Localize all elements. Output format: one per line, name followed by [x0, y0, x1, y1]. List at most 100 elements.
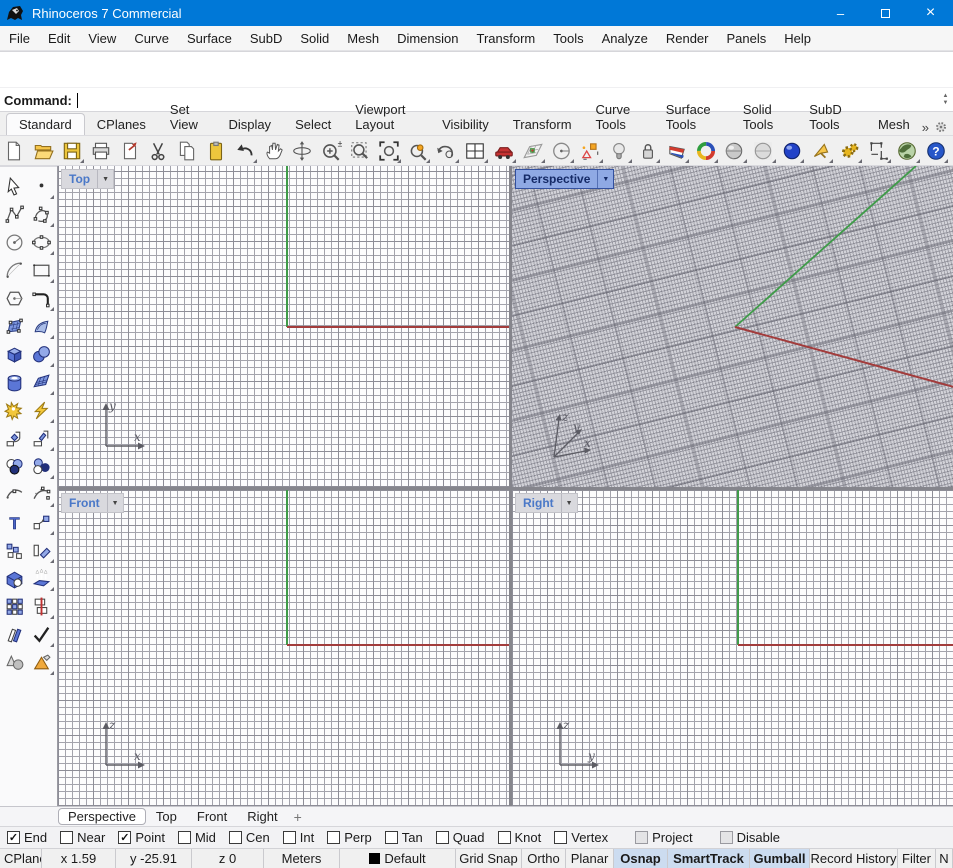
array-objects-button[interactable]: [1, 536, 28, 564]
toolbar-tab-mesh[interactable]: Mesh: [866, 114, 922, 135]
status-cell-planar[interactable]: Planar: [566, 849, 614, 868]
sphere-shaded-button[interactable]: [720, 137, 749, 165]
viewport-menu-arrow-icon[interactable]: ▼: [107, 494, 123, 512]
control-point-curve-button[interactable]: [28, 200, 55, 228]
viewport-tab-front[interactable]: Front: [187, 809, 237, 824]
menu-item-subd[interactable]: SubD: [241, 28, 292, 49]
polyline-button[interactable]: [1, 200, 28, 228]
rebuild-curve-button[interactable]: [28, 480, 55, 508]
menu-item-dimension[interactable]: Dimension: [388, 28, 467, 49]
toolbar-gear-button[interactable]: [933, 119, 949, 135]
zoom-window-button[interactable]: [346, 137, 375, 165]
split-button[interactable]: [28, 592, 55, 620]
export-file-button[interactable]: [115, 137, 144, 165]
status-cell-cplane[interactable]: CPlane: [0, 849, 42, 868]
options-gears-button[interactable]: [835, 137, 864, 165]
rectangle-button[interactable]: [28, 256, 55, 284]
checkbox-icon[interactable]: [554, 831, 567, 844]
toolbar-tab-set-view[interactable]: Set View: [158, 99, 217, 135]
osnap-checkbox-mid[interactable]: Mid: [178, 830, 216, 845]
undo-button[interactable]: [230, 137, 259, 165]
viewport-tab-right[interactable]: Right: [237, 809, 287, 824]
boolean-difference-button[interactable]: [28, 452, 55, 480]
cut-button[interactable]: [144, 137, 173, 165]
checkbox-icon[interactable]: [60, 831, 73, 844]
status-cell-filter[interactable]: Filter: [898, 849, 936, 868]
osnap-checkbox-vertex[interactable]: Vertex: [554, 830, 608, 845]
sphere-ghosted-button[interactable]: [749, 137, 778, 165]
menu-item-file[interactable]: File: [0, 28, 39, 49]
status-cell-record-history[interactable]: Record History: [810, 849, 898, 868]
adjust-curve-button[interactable]: [1, 480, 28, 508]
status-cell-n[interactable]: N: [936, 849, 953, 868]
checkbox-icon[interactable]: [118, 831, 131, 844]
checkbox-icon[interactable]: [7, 831, 20, 844]
toolbar-tab-select[interactable]: Select: [283, 114, 343, 135]
osnap-checkbox-project[interactable]: Project: [635, 830, 692, 845]
undo-view-button[interactable]: [432, 137, 461, 165]
radius-circle-button[interactable]: [547, 137, 576, 165]
menu-item-edit[interactable]: Edit: [39, 28, 79, 49]
print-button[interactable]: [86, 137, 115, 165]
osnap-checkbox-near[interactable]: Near: [60, 830, 105, 845]
viewport-title-right[interactable]: Right ▼: [515, 493, 578, 513]
extend-button[interactable]: [28, 396, 55, 424]
close-button[interactable]: ×: [908, 0, 953, 26]
command-history[interactable]: [0, 52, 953, 88]
lightbulb-button[interactable]: [605, 137, 634, 165]
cplane-grid-button[interactable]: [518, 137, 547, 165]
menu-item-mesh[interactable]: Mesh: [338, 28, 388, 49]
checkbox-icon[interactable]: [720, 831, 733, 844]
checkbox-icon[interactable]: [283, 831, 296, 844]
render-tools-button[interactable]: [28, 648, 55, 676]
help-button[interactable]: ?: [922, 137, 951, 165]
checkbox-icon[interactable]: [327, 831, 340, 844]
arc-button[interactable]: [1, 256, 28, 284]
menu-item-solid[interactable]: Solid: [291, 28, 338, 49]
solid-spheres-button[interactable]: [28, 340, 55, 368]
menu-item-analyze[interactable]: Analyze: [593, 28, 657, 49]
selection-pointer-button[interactable]: [806, 137, 835, 165]
status-cell-x-1-59[interactable]: x 1.59: [42, 849, 116, 868]
new-file-button[interactable]: [0, 137, 29, 165]
viewport-title-perspective[interactable]: Perspective ▼: [515, 169, 614, 189]
primitive-solids-button[interactable]: [1, 648, 28, 676]
osnap-checkbox-int[interactable]: Int: [283, 830, 314, 845]
copy-button[interactable]: [173, 137, 202, 165]
checkbox-icon[interactable]: [229, 831, 242, 844]
viewport-top-canvas[interactable]: y x Top ▼: [58, 166, 509, 487]
orient-objects-button[interactable]: [28, 536, 55, 564]
rotate-view-button[interactable]: [288, 137, 317, 165]
dimension-tools-button[interactable]: [864, 137, 893, 165]
menu-item-surface[interactable]: Surface: [178, 28, 241, 49]
surface-from-points-button[interactable]: [1, 312, 28, 340]
osnap-checkbox-disable[interactable]: Disable: [720, 830, 780, 845]
solid-cylinder-button[interactable]: [1, 368, 28, 396]
viewport-tab-top[interactable]: Top: [146, 809, 187, 824]
viewport-tab-perspective[interactable]: Perspective: [58, 808, 146, 825]
menu-item-curve[interactable]: Curve: [125, 28, 178, 49]
menu-item-panels[interactable]: Panels: [717, 28, 775, 49]
status-cell-smarttrack[interactable]: SmartTrack: [668, 849, 750, 868]
osnap-checkbox-quad[interactable]: Quad: [436, 830, 485, 845]
viewport-title-front[interactable]: Front ▼: [61, 493, 124, 513]
status-cell-gumball[interactable]: Gumball: [750, 849, 810, 868]
toolbar-tab-display[interactable]: Display: [216, 114, 283, 135]
join-button[interactable]: [1, 620, 28, 648]
boolean-union-button[interactable]: [1, 452, 28, 480]
viewport-menu-arrow-icon[interactable]: ▼: [97, 170, 113, 188]
menu-item-tools[interactable]: Tools: [544, 28, 592, 49]
point-coordinates-button[interactable]: [576, 137, 605, 165]
red-car-button[interactable]: [490, 137, 519, 165]
checkbox-icon[interactable]: [635, 831, 648, 844]
checkbox-icon[interactable]: [498, 831, 511, 844]
freeform-curve-button[interactable]: [28, 284, 55, 312]
viewport-front-canvas[interactable]: z x Front ▼: [58, 490, 509, 806]
zoom-selected-button[interactable]: [403, 137, 432, 165]
layer-wedge-button[interactable]: [662, 137, 691, 165]
paste-button[interactable]: [202, 137, 231, 165]
viewport-title-top[interactable]: Top ▼: [61, 169, 114, 189]
checkbox-icon[interactable]: [385, 831, 398, 844]
viewport-menu-arrow-icon[interactable]: ▼: [561, 494, 577, 512]
toolbar-tab-viewport-layout[interactable]: Viewport Layout: [343, 99, 430, 135]
